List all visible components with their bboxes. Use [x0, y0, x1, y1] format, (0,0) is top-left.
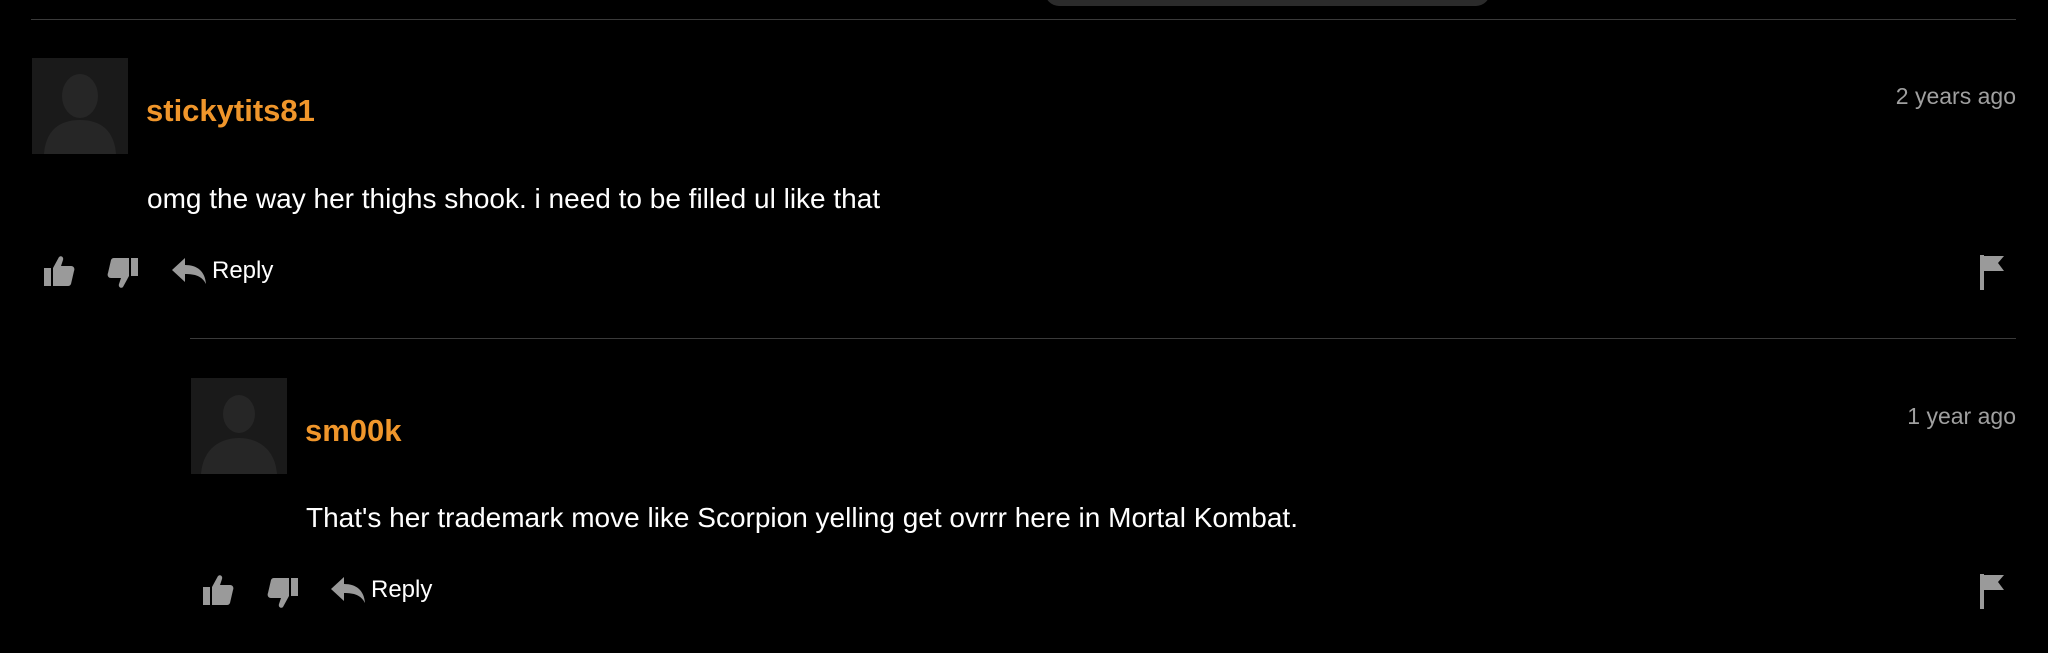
- flag-icon: [1980, 255, 2004, 290]
- flag-button[interactable]: [1978, 572, 2006, 615]
- default-avatar-icon: [32, 58, 128, 154]
- like-button[interactable]: [42, 254, 76, 293]
- like-button[interactable]: [201, 573, 235, 612]
- comment-username[interactable]: sm00k: [305, 413, 402, 449]
- top-scroll-pill[interactable]: [1045, 0, 1490, 6]
- flag-button[interactable]: [1978, 253, 2006, 296]
- comments-page: stickytits81 2 years ago omg the way her…: [0, 0, 2048, 653]
- dislike-button[interactable]: [266, 576, 300, 615]
- avatar[interactable]: [191, 378, 287, 474]
- comment-text: That's her trademark move like Scorpion …: [306, 502, 1298, 533]
- reply-arrow-icon: [331, 577, 365, 603]
- reply-divider: [190, 338, 2016, 339]
- comment-timestamp: 1 year ago: [1907, 403, 2016, 429]
- thumbs-up-icon: [203, 575, 234, 605]
- thumbs-down-icon: [267, 578, 298, 608]
- comment-divider-top: [31, 19, 2016, 20]
- reply-button[interactable]: Reply: [172, 257, 273, 285]
- thumbs-down-icon: [107, 258, 138, 288]
- reply-button[interactable]: Reply: [331, 576, 432, 604]
- dislike-button[interactable]: [106, 256, 140, 295]
- reply-arrow-icon: [172, 258, 206, 284]
- default-avatar-icon: [191, 378, 287, 474]
- comment-timestamp: 2 years ago: [1895, 83, 2016, 109]
- comment-username[interactable]: stickytits81: [146, 93, 315, 129]
- flag-icon: [1980, 574, 2004, 609]
- avatar[interactable]: [32, 58, 128, 154]
- thumbs-up-icon: [44, 256, 75, 286]
- comment-text: omg the way her thighs shook. i need to …: [147, 183, 881, 214]
- reply-label: Reply: [212, 257, 274, 284]
- reply-label: Reply: [371, 576, 433, 603]
